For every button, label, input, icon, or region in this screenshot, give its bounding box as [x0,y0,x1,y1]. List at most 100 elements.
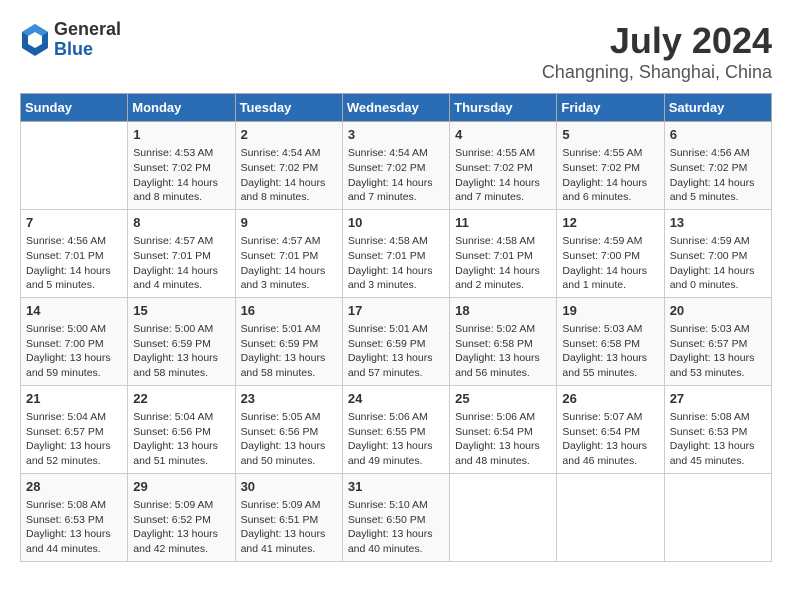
day-info: Sunrise: 4:59 AM Sunset: 7:00 PM Dayligh… [562,234,658,293]
day-number: 8 [133,214,229,232]
day-number: 14 [26,302,122,320]
day-of-week-header: Sunday [21,94,128,122]
day-number: 20 [670,302,766,320]
calendar-day-cell: 1Sunrise: 4:53 AM Sunset: 7:02 PM Daylig… [128,122,235,210]
day-info: Sunrise: 5:03 AM Sunset: 6:58 PM Dayligh… [562,322,658,381]
calendar-day-cell: 23 Sunrise: 5:05 AM Sunset: 6:56 PM Dayli… [235,385,342,473]
day-number: 10 [348,214,444,232]
day-number: 27 [670,390,766,408]
day-of-week-header: Saturday [664,94,771,122]
day-info: Sunrise: 5:10 AM Sunset: 6:50 PM Dayligh… [348,498,444,557]
day-info: Sunrise: 5:05 AM Sunset: 6:56 PM Dayligh… [241,410,337,469]
day-info: Sunrise: 5:00 AM Sunset: 6:59 PM Dayligh… [133,322,229,381]
day-number: 4 [455,126,551,144]
day-info: Sunrise: 5:06 AM Sunset: 6:54 PM Dayligh… [455,410,551,469]
calendar-day-cell: 30Sunrise: 5:09 AM Sunset: 6:51 PM Dayli… [235,473,342,561]
calendar-day-cell: 3 Sunrise: 4:54 AM Sunset: 7:02 PM Daylig… [342,122,449,210]
calendar-day-cell [450,473,557,561]
logo-blue: Blue [54,40,121,60]
day-info: Sunrise: 4:54 AM Sunset: 7:02 PM Dayligh… [241,146,337,205]
day-info: Sunrise: 4:57 AM Sunset: 7:01 PM Dayligh… [133,234,229,293]
day-info: Sunrise: 5:04 AM Sunset: 6:56 PM Dayligh… [133,410,229,469]
day-number: 17 [348,302,444,320]
logo: General Blue [20,20,121,60]
calendar-day-cell: 4 Sunrise: 4:55 AM Sunset: 7:02 PM Daylig… [450,122,557,210]
calendar-day-cell: 5Sunrise: 4:55 AM Sunset: 7:02 PM Daylig… [557,122,664,210]
calendar-day-cell: 18Sunrise: 5:02 AM Sunset: 6:58 PM Dayli… [450,297,557,385]
day-info: Sunrise: 4:57 AM Sunset: 7:01 PM Dayligh… [241,234,337,293]
calendar-day-cell: 26 Sunrise: 5:07 AM Sunset: 6:54 PM Dayli… [557,385,664,473]
calendar-day-cell: 15 Sunrise: 5:00 AM Sunset: 6:59 PM Dayli… [128,297,235,385]
day-info: Sunrise: 4:54 AM Sunset: 7:02 PM Dayligh… [348,146,444,205]
calendar-day-cell: 13 Sunrise: 4:59 AM Sunset: 7:00 PM Dayli… [664,209,771,297]
calendar-week-row: 28 Sunrise: 5:08 AM Sunset: 6:53 PM Dayli… [21,473,772,561]
calendar-week-row: 1Sunrise: 4:53 AM Sunset: 7:02 PM Daylig… [21,122,772,210]
day-number: 6 [670,126,766,144]
calendar-header-row: SundayMondayTuesdayWednesdayThursdayFrid… [21,94,772,122]
day-number: 3 [348,126,444,144]
calendar-day-cell: 24 Sunrise: 5:06 AM Sunset: 6:55 PM Dayli… [342,385,449,473]
day-info: Sunrise: 4:58 AM Sunset: 7:01 PM Dayligh… [348,234,444,293]
day-number: 7 [26,214,122,232]
day-info: Sunrise: 5:06 AM Sunset: 6:55 PM Dayligh… [348,410,444,469]
calendar-day-cell: 22 Sunrise: 5:04 AM Sunset: 6:56 PM Dayli… [128,385,235,473]
calendar-subtitle: Changning, Shanghai, China [542,62,772,83]
day-number: 31 [348,478,444,496]
calendar-day-cell: 11 Sunrise: 4:58 AM Sunset: 7:01 PM Dayli… [450,209,557,297]
day-number: 30 [241,478,337,496]
calendar-day-cell: 27 Sunrise: 5:08 AM Sunset: 6:53 PM Dayli… [664,385,771,473]
day-number: 22 [133,390,229,408]
calendar-day-cell: 25 Sunrise: 5:06 AM Sunset: 6:54 PM Dayli… [450,385,557,473]
day-number: 25 [455,390,551,408]
logo-general: General [54,20,121,40]
day-info: Sunrise: 5:08 AM Sunset: 6:53 PM Dayligh… [26,498,122,557]
calendar-day-cell: 14 Sunrise: 5:00 AM Sunset: 7:00 PM Dayli… [21,297,128,385]
day-info: Sunrise: 5:07 AM Sunset: 6:54 PM Dayligh… [562,410,658,469]
calendar-day-cell: 28 Sunrise: 5:08 AM Sunset: 6:53 PM Dayli… [21,473,128,561]
day-number: 11 [455,214,551,232]
day-info: Sunrise: 4:58 AM Sunset: 7:01 PM Dayligh… [455,234,551,293]
calendar-table: SundayMondayTuesdayWednesdayThursdayFrid… [20,93,772,562]
day-number: 21 [26,390,122,408]
day-info: Sunrise: 5:08 AM Sunset: 6:53 PM Dayligh… [670,410,766,469]
day-number: 28 [26,478,122,496]
day-number: 9 [241,214,337,232]
calendar-day-cell: 12 Sunrise: 4:59 AM Sunset: 7:00 PM Dayli… [557,209,664,297]
day-number: 15 [133,302,229,320]
calendar-day-cell: 17 Sunrise: 5:01 AM Sunset: 6:59 PM Dayli… [342,297,449,385]
day-of-week-header: Thursday [450,94,557,122]
calendar-day-cell: 29Sunrise: 5:09 AM Sunset: 6:52 PM Dayli… [128,473,235,561]
day-info: Sunrise: 5:01 AM Sunset: 6:59 PM Dayligh… [348,322,444,381]
calendar-day-cell [557,473,664,561]
day-number: 13 [670,214,766,232]
calendar-week-row: 21Sunrise: 5:04 AM Sunset: 6:57 PM Dayli… [21,385,772,473]
logo-text: General Blue [54,20,121,60]
day-number: 23 [241,390,337,408]
day-info: Sunrise: 5:00 AM Sunset: 7:00 PM Dayligh… [26,322,122,381]
day-info: Sunrise: 4:55 AM Sunset: 7:02 PM Dayligh… [455,146,551,205]
day-info: Sunrise: 4:59 AM Sunset: 7:00 PM Dayligh… [670,234,766,293]
calendar-day-cell: 19Sunrise: 5:03 AM Sunset: 6:58 PM Dayli… [557,297,664,385]
calendar-day-cell [21,122,128,210]
calendar-day-cell: 2Sunrise: 4:54 AM Sunset: 7:02 PM Daylig… [235,122,342,210]
calendar-day-cell [664,473,771,561]
calendar-week-row: 14 Sunrise: 5:00 AM Sunset: 7:00 PM Dayli… [21,297,772,385]
day-of-week-header: Tuesday [235,94,342,122]
day-number: 24 [348,390,444,408]
calendar-title: July 2024 [542,20,772,62]
day-number: 26 [562,390,658,408]
calendar-day-cell: 16 Sunrise: 5:01 AM Sunset: 6:59 PM Dayli… [235,297,342,385]
calendar-day-cell: 8 Sunrise: 4:57 AM Sunset: 7:01 PM Daylig… [128,209,235,297]
day-number: 29 [133,478,229,496]
day-number: 12 [562,214,658,232]
calendar-day-cell: 7 Sunrise: 4:56 AM Sunset: 7:01 PM Daylig… [21,209,128,297]
logo-icon [20,22,50,58]
day-of-week-header: Monday [128,94,235,122]
day-info: Sunrise: 4:55 AM Sunset: 7:02 PM Dayligh… [562,146,658,205]
day-number: 16 [241,302,337,320]
day-info: Sunrise: 5:01 AM Sunset: 6:59 PM Dayligh… [241,322,337,381]
calendar-day-cell: 21Sunrise: 5:04 AM Sunset: 6:57 PM Dayli… [21,385,128,473]
calendar-day-cell: 10 Sunrise: 4:58 AM Sunset: 7:01 PM Dayli… [342,209,449,297]
day-info: Sunrise: 4:56 AM Sunset: 7:01 PM Dayligh… [26,234,122,293]
calendar-day-cell: 6Sunrise: 4:56 AM Sunset: 7:02 PM Daylig… [664,122,771,210]
